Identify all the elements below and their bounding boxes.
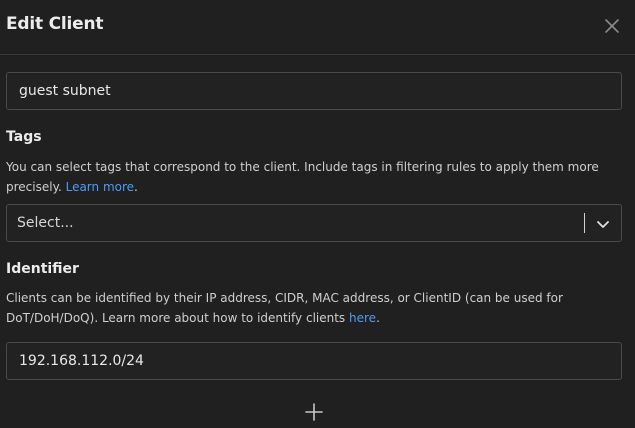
tags-description: You can select tags that correspond to t…: [6, 157, 616, 197]
identifier-label: Identifier: [6, 261, 79, 277]
identifier-description-text: Clients can be identified by their IP ad…: [6, 291, 563, 325]
chevron-down-icon[interactable]: [595, 216, 611, 232]
plus-icon[interactable]: [304, 402, 324, 422]
close-icon[interactable]: [601, 15, 623, 37]
identifier-description-end: .: [376, 311, 380, 325]
dialog-title: Edit Client: [6, 14, 104, 34]
select-separator: [584, 213, 585, 233]
close-button[interactable]: [601, 15, 623, 37]
tags-select[interactable]: Select...: [6, 204, 622, 242]
dialog-header: Edit Client: [0, 0, 635, 55]
tags-description-end: .: [134, 180, 138, 194]
tags-label: Tags: [6, 129, 42, 145]
client-name-input[interactable]: [6, 72, 622, 110]
tags-select-placeholder: Select...: [17, 215, 74, 231]
identifier-input[interactable]: [6, 342, 622, 380]
identifier-here-link[interactable]: here: [349, 311, 376, 325]
identifier-description: Clients can be identified by their IP ad…: [6, 288, 616, 328]
tags-learn-more-link[interactable]: Learn more: [66, 180, 134, 194]
add-identifier-button[interactable]: [304, 402, 324, 422]
